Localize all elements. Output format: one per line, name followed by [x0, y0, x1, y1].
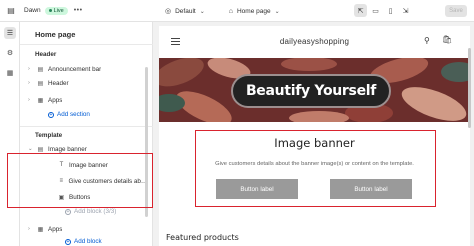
chevron-down-icon[interactable]: ⌄: [200, 8, 205, 15]
add-block-button-apps[interactable]: + Add block: [65, 238, 102, 245]
plus-circle-icon: +: [65, 208, 71, 215]
exit-icon[interactable]: ▤: [6, 6, 16, 16]
sections-icon[interactable]: ☰: [4, 27, 16, 39]
site-header: dailyeasyshopping ⚲ 🛍: [159, 26, 470, 58]
chevron-right-icon[interactable]: ›: [28, 66, 33, 72]
highlight-box-banner: [195, 130, 436, 207]
add-section-label: Add section: [57, 111, 90, 118]
sidebar-item-label: Announcement bar: [48, 65, 102, 73]
banner-image: Beautify Yourself: [159, 58, 470, 122]
sidebar-item-label: Image banner: [48, 145, 87, 153]
add-block-label: Add block: [74, 238, 102, 245]
sidebar-item-label: Apps: [48, 225, 63, 233]
banner-overlay-pill: Beautify Yourself: [231, 74, 391, 108]
home-icon: ⌂: [228, 7, 233, 15]
sidebar-item-apps-template[interactable]: › ▦ Apps: [28, 223, 148, 235]
fullscreen-icon[interactable]: ⇲: [399, 4, 412, 17]
live-badge-label: Live: [53, 7, 64, 14]
apps-icon: ▦: [37, 226, 44, 233]
add-block-button[interactable]: + Add block (3/3): [65, 208, 116, 215]
chevron-right-icon[interactable]: ›: [28, 80, 33, 86]
banner-overlay-text: Beautify Yourself: [245, 83, 377, 99]
chevron-right-icon[interactable]: ›: [28, 226, 33, 232]
theme-select[interactable]: Default: [175, 8, 196, 15]
sidebar-item-label: Header: [48, 79, 69, 87]
add-section-button[interactable]: + Add section: [48, 111, 90, 118]
sidebar-item-announcement-bar[interactable]: › ▤ Announcement bar: [28, 63, 148, 75]
app-embeds-icon[interactable]: ▦: [4, 67, 16, 79]
chevron-down-icon[interactable]: ⌄: [275, 8, 280, 15]
theme-settings-icon[interactable]: ⚙: [4, 47, 16, 59]
theme-name: Dawn: [24, 7, 41, 14]
live-badge: Live: [44, 6, 68, 15]
sidebar-item-apps[interactable]: › ▦ Apps: [28, 94, 148, 106]
preview-scrollbar[interactable]: [468, 48, 471, 128]
cart-bag-icon[interactable]: 🛍: [442, 35, 452, 44]
header-group-label: Header: [35, 51, 57, 58]
announcement-icon: ▤: [37, 66, 44, 73]
save-button[interactable]: Save: [445, 5, 467, 17]
featured-products-heading: Featured products: [166, 233, 239, 242]
search-icon[interactable]: ⚲: [424, 36, 430, 45]
theme-icon: ◎: [165, 8, 172, 15]
editor-top-bar: ▤ Dawn Live ••• ◎ Default ⌄ ⌂ Home page …: [0, 0, 474, 22]
chevron-down-icon[interactable]: ⌄: [28, 146, 33, 152]
template-group-label: Template: [35, 132, 63, 139]
page-selectors: ◎ Default ⌄ ⌂ Home page ⌄: [165, 0, 300, 22]
divider: [20, 126, 153, 127]
plus-circle-icon: +: [65, 238, 71, 245]
sidebar-item-header[interactable]: › ▤ Header: [28, 77, 148, 89]
page-title: Home page: [35, 30, 76, 39]
mobile-icon[interactable]: ▯: [384, 4, 397, 17]
sidebar-item-label: Apps: [48, 96, 63, 104]
add-block-label: Add block (3/3): [74, 208, 117, 215]
sections-sidebar: Home page Header › ▤ Announcement bar › …: [20, 22, 153, 246]
header-icon: ▤: [37, 80, 44, 87]
live-dot: [48, 9, 52, 12]
more-icon[interactable]: •••: [74, 7, 83, 14]
plus-circle-icon: +: [48, 111, 54, 118]
apps-icon: ▦: [37, 97, 44, 104]
highlight-box-blocks: [7, 153, 153, 208]
chevron-right-icon[interactable]: ›: [28, 97, 33, 103]
icon-rail: ☰ ⚙ ▦: [0, 22, 20, 246]
inspector-icon[interactable]: ⇱: [354, 4, 367, 17]
desktop-icon[interactable]: ▭: [369, 4, 382, 17]
page-select[interactable]: Home page: [237, 8, 271, 15]
image-icon: ▤: [37, 146, 44, 153]
divider: [20, 44, 153, 45]
view-tools: ⇱ ▭ ▯ ⇲: [354, 4, 412, 17]
